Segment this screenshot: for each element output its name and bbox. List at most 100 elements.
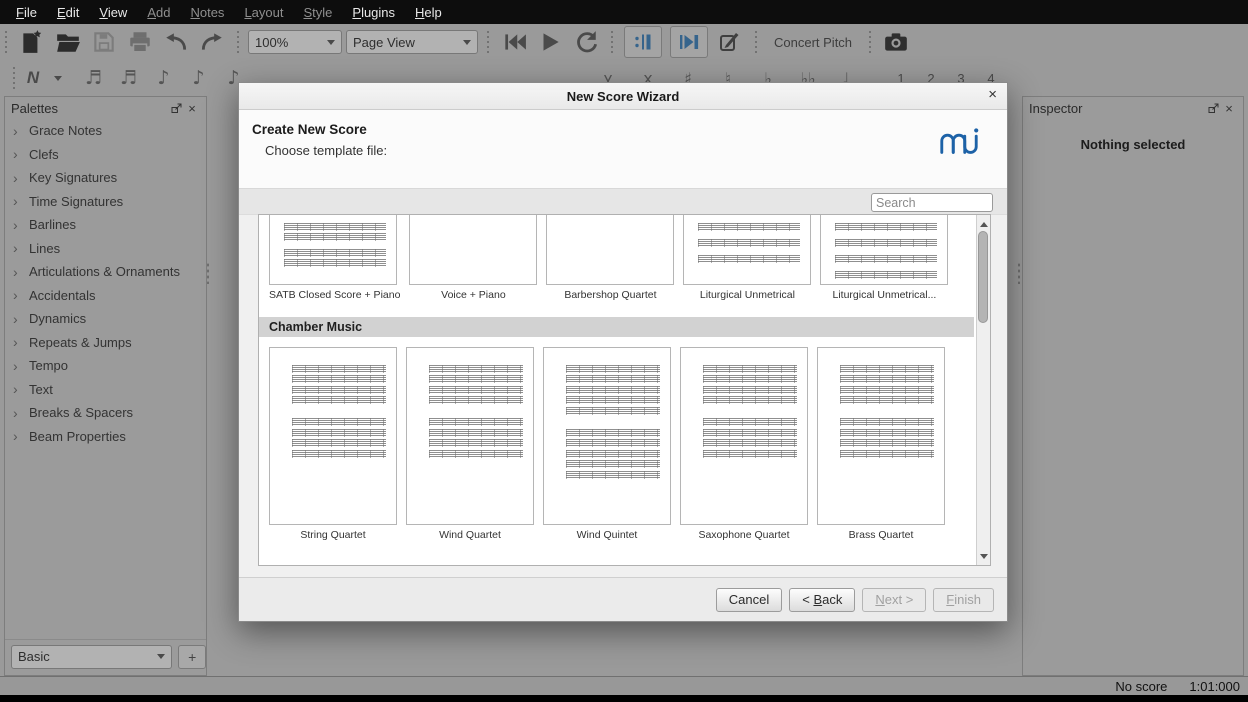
play-repeats-toggle[interactable] [624,26,662,58]
panel-splitter[interactable] [1017,262,1021,284]
status-bar: No score 1:01:000 [0,676,1248,695]
cancel-button[interactable]: Cancel [716,588,782,612]
play-button[interactable] [534,27,566,57]
template-thumbnail [821,215,947,279]
undo-button[interactable] [160,27,192,57]
dialog-button-row: Cancel < Back Next > Finish [239,577,1007,621]
expand-chevron-icon: › [13,146,29,162]
palette-item[interactable]: › Grace Notes [5,119,206,143]
redo-button[interactable] [196,27,228,57]
note-64th-icon[interactable]: ♬ [76,67,111,89]
template-label: Voice + Piano [409,289,537,301]
expand-chevron-icon: › [13,240,29,256]
menu-item[interactable]: Style [293,2,342,23]
template-item[interactable]: Saxophone Quartet [680,347,808,541]
palette-item[interactable]: › Text [5,378,206,402]
template-label: Barbershop Quartet [546,289,674,301]
palette-item[interactable]: › Dynamics [5,307,206,331]
dialog-titlebar[interactable]: New Score Wizard × [239,83,1007,110]
scroll-up-icon[interactable] [977,217,990,231]
palette-item[interactable]: › Accidentals [5,284,206,308]
template-label: Wind Quintet [543,529,671,541]
new-score-button[interactable] [16,27,48,57]
template-search-input[interactable] [871,193,993,212]
template-item[interactable]: Brass Quartet [817,347,945,541]
zoom-select[interactable]: 100% [248,30,342,54]
template-item[interactable]: String Quartet [269,347,397,541]
toolbar-grip [753,30,759,54]
panel-splitter[interactable] [206,262,210,284]
template-item[interactable]: Wind Quintet [543,347,671,541]
menu-item[interactable]: Layout [234,2,293,23]
palette-item-label: Dynamics [29,311,86,326]
template-item[interactable]: Voice + Piano [409,215,537,301]
menu-item[interactable]: Plugins [342,2,405,23]
menu-item[interactable]: Add [137,2,180,23]
close-panel-icon[interactable]: × [1221,100,1237,116]
scrollbar[interactable] [976,215,990,565]
workspace-select[interactable]: Basic [11,645,172,669]
menu-item[interactable]: Help [405,2,452,23]
scroll-down-icon[interactable] [977,549,990,563]
loop-playback-button[interactable] [570,27,602,57]
chevron-down-icon[interactable] [54,76,62,81]
toolbar-grip [485,30,491,54]
template-thumbnail [818,348,944,458]
concert-pitch-toggle[interactable]: Concert Pitch [774,35,852,50]
metronome-icon[interactable] [714,27,746,57]
palette-item-label: Key Signatures [29,170,117,185]
close-icon[interactable]: × [988,86,997,104]
next-button[interactable]: Next > [862,588,926,612]
palette-item[interactable]: › Barlines [5,213,206,237]
menu-item[interactable]: Edit [47,2,89,23]
finish-button[interactable]: Finish [933,588,994,612]
close-panel-icon[interactable]: × [184,100,200,116]
expand-chevron-icon: › [13,264,29,280]
menu-item[interactable]: Notes [180,2,234,23]
print-button[interactable] [124,27,156,57]
note-8th-icon[interactable]: ♪ [181,67,216,89]
menu-item[interactable]: File [6,2,47,23]
palettes-list: › Grace Notes › Clefs › Key Signatures ›… [5,119,206,448]
template-label: String Quartet [269,529,397,541]
add-workspace-button[interactable]: + [178,645,206,669]
pan-playback-toggle[interactable] [670,26,708,58]
menu-item[interactable]: View [89,2,137,23]
template-row-chamber: String Quartet Wind Quartet Wind Quintet [259,347,990,541]
template-item[interactable]: Wind Quartet [406,347,534,541]
note-32nd-icon[interactable]: ♬ [111,67,146,89]
save-button[interactable] [88,27,120,57]
palette-item-label: Articulations & Ornaments [29,264,180,279]
palette-item[interactable]: › Articulations & Ornaments [5,260,206,284]
note-16th-icon[interactable]: ♪ [146,67,181,89]
float-panel-icon[interactable] [1205,100,1221,116]
view-mode-select[interactable]: Page View [346,30,478,54]
palette-item[interactable]: › Beam Properties [5,425,206,449]
palette-item[interactable]: › Key Signatures [5,166,206,190]
note-input-button[interactable]: N [20,68,46,88]
template-thumbnail [544,348,670,479]
palette-item[interactable]: › Repeats & Jumps [5,331,206,355]
expand-chevron-icon: › [13,405,29,421]
toolbar-grip [11,66,17,90]
float-panel-icon[interactable] [168,100,184,116]
expand-chevron-icon: › [13,170,29,186]
scrollbar-thumb[interactable] [978,231,988,323]
dialog-subheading: Choose template file: [265,143,387,158]
inspector-title: Inspector [1029,101,1205,116]
expand-chevron-icon: › [13,428,29,444]
open-file-button[interactable] [52,27,84,57]
palette-item[interactable]: › Tempo [5,354,206,378]
template-item[interactable]: Barbershop Quartet [546,215,674,301]
palette-item[interactable]: › Time Signatures [5,190,206,214]
palette-item[interactable]: › Breaks & Spacers [5,401,206,425]
palette-item[interactable]: › Lines [5,237,206,261]
palette-item[interactable]: › Clefs [5,143,206,167]
template-item[interactable]: Liturgical Unmetrical [683,215,811,301]
rewind-button[interactable] [498,27,530,57]
image-capture-button[interactable] [880,27,912,57]
back-button[interactable]: < Back [789,588,855,612]
main-toolbar: 100% Page View Concert Pitch [0,24,1248,60]
template-item[interactable]: Liturgical Unmetrical... [820,215,948,301]
template-item[interactable]: SATB Closed Score + Piano [269,215,400,301]
